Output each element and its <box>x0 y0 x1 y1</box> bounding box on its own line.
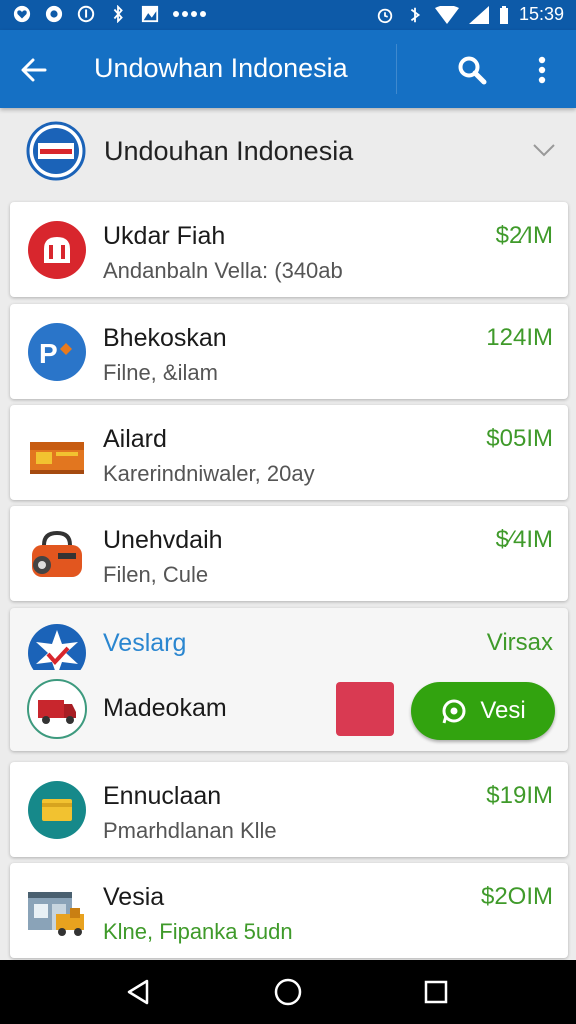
item-subtitle: Filne, &ilam <box>103 360 218 385</box>
list-item[interactable]: Unehvdaih Filen, Cule $⁄4IM <box>10 506 568 601</box>
overflow-menu-button[interactable] <box>522 50 562 90</box>
search-icon <box>458 56 487 85</box>
item-amount: $19IM <box>486 782 553 809</box>
featured-name: Madeokam <box>103 694 227 722</box>
red-app-icon <box>26 219 88 281</box>
card-icon <box>26 779 88 841</box>
bluetooth-icon <box>108 4 128 24</box>
chevron-down-icon[interactable] <box>530 136 558 164</box>
item-amount: $⁄4IM <box>495 526 553 553</box>
item-title: Ennuclaan <box>103 782 222 810</box>
back-arrow-icon <box>21 58 47 82</box>
item-subtitle: Pmarhdlanan Klle <box>103 818 277 843</box>
badge-icon <box>26 622 88 670</box>
section-title: Undouhan Indonesia <box>104 136 354 166</box>
nav-back-icon <box>127 979 149 1005</box>
overflow-menu-icon <box>538 56 546 84</box>
flag-logo-icon <box>26 121 86 181</box>
list-item[interactable]: Ukdar Fiah Andanbaln Vella: (340ab $2⁄IM <box>10 202 568 297</box>
featured-tag[interactable] <box>336 682 394 736</box>
item-subtitle: Klne, Fipanka 5udn <box>103 919 293 944</box>
item-subtitle: Filen, Cule <box>103 562 209 587</box>
app-bar: Undowhan Indonesia <box>0 30 576 108</box>
app-title: Undowhan Indonesia <box>94 53 348 83</box>
item-title: Ailard <box>103 425 167 453</box>
list-item[interactable]: Vesia Klne, Fipanka 5udn $2OIM <box>10 863 568 958</box>
list-item[interactable]: Ailard Karerindniwaler, 20ay $05IM <box>10 405 568 500</box>
whatsapp-icon <box>442 699 466 724</box>
vesi-button[interactable]: Vesi <box>411 682 555 740</box>
wifi-icon <box>434 5 459 25</box>
navigation-bar <box>0 960 576 1024</box>
status-icons-left <box>12 4 206 24</box>
item-subtitle: Karerindniwaler, 20ay <box>103 461 315 486</box>
svg-text:P: P <box>39 338 58 369</box>
photo-icon <box>140 4 160 24</box>
back-button[interactable] <box>14 50 54 90</box>
item-subtitle: Andanbaln Vella: (340ab <box>103 258 343 283</box>
nav-back-button[interactable] <box>120 974 156 1010</box>
signal-icon <box>468 5 489 25</box>
shop-truck-icon <box>26 880 88 942</box>
app-bar-divider <box>396 44 397 94</box>
truck-icon <box>26 678 88 740</box>
status-bar: 15:39 <box>0 0 576 30</box>
alarm-icon <box>375 5 395 25</box>
nav-home-button[interactable] <box>270 974 306 1010</box>
list-item[interactable]: Ennuclaan Pmarhdlanan Klle $19IM <box>10 762 568 857</box>
vibrate-icon <box>405 5 425 25</box>
featured-amount: Virsax <box>486 629 553 656</box>
section-header[interactable]: Undouhan Indonesia <box>0 110 576 198</box>
list-item[interactable]: P Bhekoskan Filne, &ilam 124IM <box>10 304 568 399</box>
featured-item[interactable]: Veslarg Virsax Madeokam Vesi <box>10 608 568 751</box>
item-amount: $2OIM <box>480 883 553 910</box>
status-time: 15:39 <box>518 4 564 24</box>
battery-icon <box>499 5 509 25</box>
vesi-button-label: Vesi <box>480 697 526 724</box>
status-icons-right: 15:39 <box>375 4 564 25</box>
more-dots-icon <box>172 4 206 24</box>
item-amount: 124IM <box>486 324 553 351</box>
bag-icon <box>26 523 88 585</box>
nav-recents-icon <box>424 980 448 1004</box>
search-button[interactable] <box>452 50 492 90</box>
info-icon <box>76 4 96 24</box>
item-amount: $05IM <box>486 425 553 452</box>
nav-recents-button[interactable] <box>418 974 454 1010</box>
featured-title[interactable]: Veslarg <box>103 629 186 658</box>
message-icon <box>44 4 64 24</box>
item-title: Ukdar Fiah <box>103 222 226 250</box>
heart-icon <box>12 4 32 24</box>
parking-icon: P <box>26 321 88 383</box>
item-title: Unehvdaih <box>103 526 223 554</box>
item-amount: $2⁄IM <box>495 222 553 249</box>
item-title: Vesia <box>103 883 165 911</box>
box-icon <box>26 422 88 484</box>
item-title: Bhekoskan <box>103 324 227 352</box>
nav-home-icon <box>274 978 302 1006</box>
